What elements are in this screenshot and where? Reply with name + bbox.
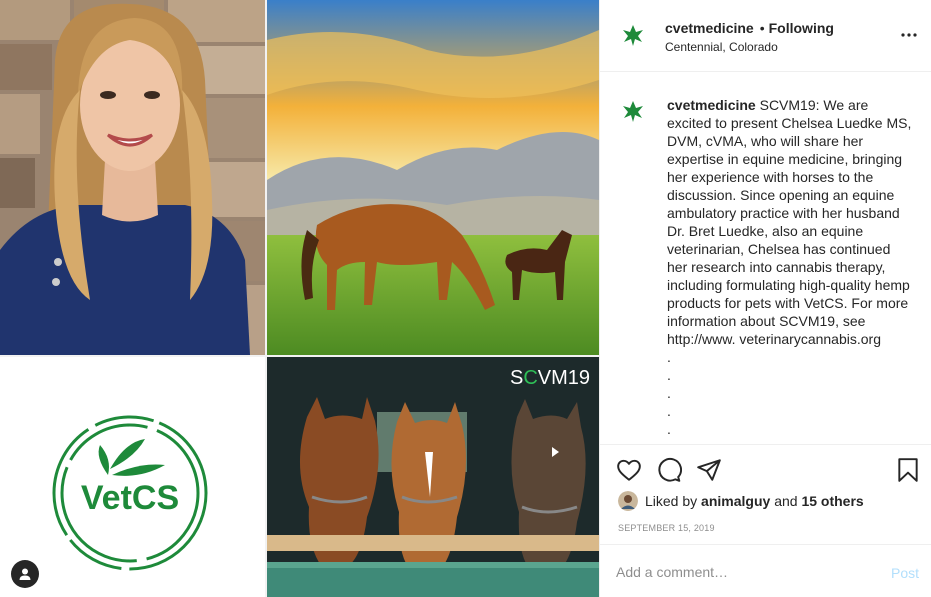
collage-divider-horizontal	[0, 355, 599, 357]
location-link[interactable]: Centennial, Colorado	[665, 40, 778, 54]
vetcs-logo: VetCS	[0, 357, 265, 597]
user-tag-icon	[19, 568, 31, 580]
post-date[interactable]: SEPTEMBER 15, 2019	[618, 523, 715, 533]
header-username[interactable]: cvetmedicine	[665, 20, 754, 36]
header-separator: •	[759, 20, 765, 36]
svg-text:SCVM19: SCVM19	[510, 367, 590, 389]
caption-area: cvetmedicine SCVM19: We are excited to p…	[600, 72, 931, 444]
heart-icon	[617, 459, 641, 481]
save-button[interactable]	[895, 457, 921, 483]
collage-divider-vertical	[265, 0, 267, 597]
liked-by-and: and	[774, 493, 798, 509]
add-comment-bar: Post	[600, 544, 931, 597]
avatar[interactable]	[617, 19, 649, 51]
caption-text: SCVM19: We are excited to present Chelse…	[667, 97, 912, 347]
liker-avatar[interactable]	[618, 491, 638, 511]
logo-text: VetCS	[81, 479, 179, 517]
post-caption: cvetmedicine SCVM19: We are excited to p…	[667, 96, 912, 438]
post-actions: Liked by animalguy and 15 others SEPTEMB…	[600, 444, 931, 544]
liked-by-others[interactable]: 15 others	[801, 493, 863, 509]
user-tag-button[interactable]	[11, 560, 39, 588]
horses-field-photo	[267, 0, 599, 355]
share-button[interactable]	[696, 457, 722, 483]
stable-horses-photo: SCVM19	[267, 357, 599, 597]
overlay-suffix: VM19	[538, 367, 590, 389]
comment-input[interactable]	[616, 561, 866, 583]
bookmark-icon	[898, 458, 918, 482]
caption-dot: .	[667, 385, 671, 401]
avatar[interactable]	[617, 95, 649, 127]
overlay-accent: C	[523, 367, 537, 389]
more-options-icon	[901, 33, 917, 37]
post-header: cvetmedicine • Following Centennial, Color…	[600, 0, 931, 72]
likes-summary: Liked by animalguy and 15 others	[618, 491, 864, 511]
overlay-prefix: S	[510, 367, 523, 389]
caption-username[interactable]: cvetmedicine	[667, 97, 756, 113]
post-media[interactable]: VetCS SCVM19	[0, 0, 599, 597]
following-button[interactable]: Following	[769, 20, 834, 36]
post-comment-button[interactable]: Post	[891, 565, 919, 581]
liked-by-user[interactable]: animalguy	[701, 493, 770, 509]
portrait-photo	[0, 0, 265, 355]
comment-bubble-icon	[658, 457, 682, 482]
caption-dot: .	[667, 403, 671, 419]
liked-by-prefix: Liked by	[645, 493, 698, 509]
caption-dot: .	[667, 367, 671, 383]
paper-plane-icon	[697, 459, 721, 481]
comment-button[interactable]	[656, 457, 682, 483]
caption-dot: .	[667, 421, 671, 437]
like-button[interactable]	[616, 457, 642, 483]
post-side-panel: cvetmedicine • Following Centennial, Color…	[599, 0, 931, 597]
more-options-button[interactable]	[898, 24, 920, 46]
caption-dot: .	[667, 349, 671, 365]
